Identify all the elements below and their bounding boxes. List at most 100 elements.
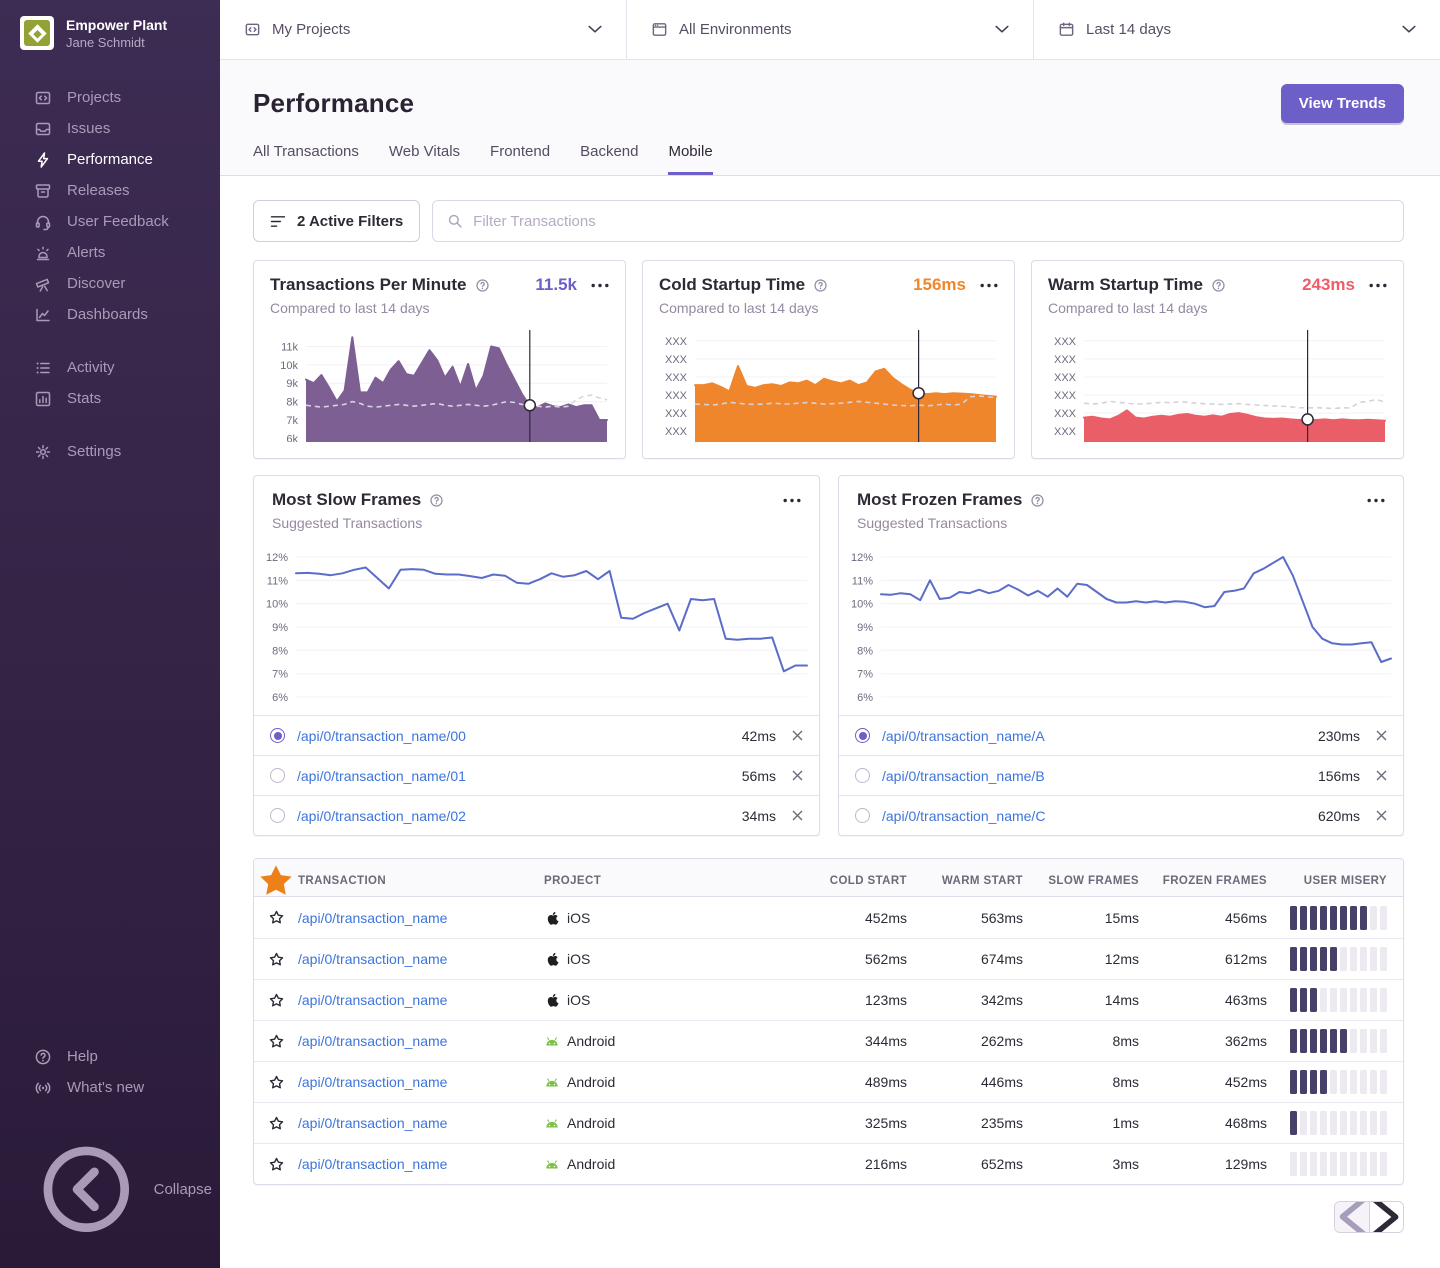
sidebar-item-releases[interactable]: Releases	[0, 175, 220, 206]
sidebar-item-what-s-new[interactable]: What's new	[0, 1072, 220, 1103]
help-icon[interactable]	[475, 278, 490, 293]
transaction-link[interactable]: /api/0/transaction_name	[298, 1156, 447, 1172]
next-page-button[interactable]	[1369, 1202, 1403, 1232]
misery-bar	[1290, 1029, 1297, 1053]
card-transactions-per-minute: Transactions Per Minute 11.5k Compared t…	[253, 260, 626, 459]
tab-all-transactions[interactable]: All Transactions	[253, 143, 359, 175]
tab-frontend[interactable]: Frontend	[490, 143, 550, 175]
column-header-cold-start[interactable]: COLD START	[791, 875, 907, 887]
slow-frames-value: 8ms	[1023, 1074, 1139, 1090]
search-input[interactable]	[473, 213, 1389, 230]
svg-text:10k: 10k	[280, 360, 298, 372]
sidebar-item-issues[interactable]: Issues	[0, 113, 220, 144]
transaction-link[interactable]: /api/0/transaction_name/01	[297, 768, 466, 784]
close-icon[interactable]	[1376, 770, 1387, 781]
star-icon[interactable]	[268, 1156, 285, 1173]
transaction-link[interactable]: /api/0/transaction_name/02	[297, 808, 466, 824]
project-label: Android	[567, 1115, 615, 1131]
close-icon[interactable]	[792, 770, 803, 781]
transaction-link[interactable]: /api/0/transaction_name	[298, 992, 447, 1008]
card-title: Transactions Per Minute	[270, 275, 467, 295]
radio-button[interactable]	[270, 808, 285, 823]
org-switcher[interactable]: Empower Plant Jane Schmidt	[0, 0, 220, 56]
tab-backend[interactable]: Backend	[580, 143, 638, 175]
transaction-link[interactable]: /api/0/transaction_name	[298, 1115, 447, 1131]
help-icon[interactable]	[1030, 493, 1045, 508]
more-options-icon[interactable]	[1369, 283, 1387, 288]
misery-bar	[1340, 1152, 1347, 1176]
column-header-slow-frames[interactable]: SLOW FRAMES	[1023, 875, 1139, 887]
star-icon[interactable]	[268, 1115, 285, 1132]
help-icon[interactable]	[429, 493, 444, 508]
more-options-icon[interactable]	[591, 283, 609, 288]
close-icon[interactable]	[792, 730, 803, 741]
table-body: /api/0/transaction_name iOS 452ms 563ms …	[254, 897, 1403, 1184]
prev-page-button[interactable]	[1335, 1202, 1369, 1232]
more-options-icon[interactable]	[783, 498, 801, 503]
environments-dropdown[interactable]: All Environments	[626, 0, 1033, 59]
help-icon[interactable]	[1211, 278, 1226, 293]
misery-bar	[1340, 906, 1347, 930]
sidebar-item-activity[interactable]: Activity	[0, 352, 220, 383]
misery-bar	[1380, 988, 1387, 1012]
sidebar-item-user-feedback[interactable]: User Feedback	[0, 206, 220, 237]
radio-button[interactable]	[270, 728, 285, 743]
column-header-user-misery[interactable]: USER MISERY	[1267, 875, 1403, 887]
card-warm-startup-time: Warm Startup Time 243ms Compared to last…	[1031, 260, 1404, 459]
card-subtitle: Compared to last 14 days	[1048, 300, 1387, 316]
transaction-link[interactable]: /api/0/transaction_name	[298, 1033, 447, 1049]
column-header-transaction[interactable]: TRANSACTION	[298, 875, 544, 887]
sidebar-item-help[interactable]: Help	[0, 1041, 220, 1072]
table-row: /api/0/transaction_name Android 344ms 26…	[254, 1020, 1403, 1061]
radio-button[interactable]	[855, 768, 870, 783]
misery-bar	[1360, 1070, 1367, 1094]
active-filters-button[interactable]: 2 Active Filters	[253, 200, 420, 242]
active-filters-label: 2 Active Filters	[297, 213, 403, 230]
sidebar-item-alerts[interactable]: Alerts	[0, 237, 220, 268]
sidebar-item-stats[interactable]: Stats	[0, 383, 220, 414]
more-options-icon[interactable]	[1367, 498, 1385, 503]
sidebar-item-collapse[interactable]: Collapse	[0, 1131, 220, 1248]
radio-button[interactable]	[855, 808, 870, 823]
star-icon[interactable]	[268, 1074, 285, 1091]
sidebar-item-settings[interactable]: Settings	[0, 436, 220, 467]
close-icon[interactable]	[1376, 730, 1387, 741]
star-icon[interactable]	[268, 909, 285, 926]
transaction-link[interactable]: /api/0/transaction_name/A	[882, 728, 1045, 744]
column-header-warm-start[interactable]: WARM START	[907, 875, 1023, 887]
misery-bar	[1290, 1152, 1297, 1176]
column-header-project[interactable]: PROJECT	[544, 875, 791, 887]
sidebar-item-performance[interactable]: Performance	[0, 144, 220, 175]
more-options-icon[interactable]	[980, 283, 998, 288]
transaction-link[interactable]: /api/0/transaction_name	[298, 910, 447, 926]
star-icon[interactable]	[268, 951, 285, 968]
svg-text:7k: 7k	[286, 415, 298, 427]
column-header-frozen-frames[interactable]: FROZEN FRAMES	[1139, 875, 1267, 887]
tab-web-vitals[interactable]: Web Vitals	[389, 143, 460, 175]
star-icon[interactable]	[268, 992, 285, 1009]
help-icon[interactable]	[813, 278, 828, 293]
transaction-link[interactable]: /api/0/transaction_name	[298, 1074, 447, 1090]
radio-button[interactable]	[270, 768, 285, 783]
daterange-dropdown[interactable]: Last 14 days	[1033, 0, 1440, 59]
transaction-link[interactable]: /api/0/transaction_name/C	[882, 808, 1045, 824]
frozen-frames-value: 129ms	[1139, 1156, 1267, 1172]
sidebar-item-projects[interactable]: Projects	[0, 82, 220, 113]
close-icon[interactable]	[1376, 810, 1387, 821]
warm-start-value: 262ms	[907, 1033, 1023, 1049]
close-icon[interactable]	[792, 810, 803, 821]
star-icon[interactable]	[268, 1033, 285, 1050]
projects-dropdown[interactable]: My Projects	[220, 0, 626, 59]
sidebar-item-dashboards[interactable]: Dashboards	[0, 299, 220, 330]
radio-button[interactable]	[855, 728, 870, 743]
svg-text:XXX: XXX	[1054, 390, 1077, 402]
transaction-link[interactable]: /api/0/transaction_name/00	[297, 728, 466, 744]
tab-mobile[interactable]: Mobile	[668, 143, 712, 175]
sidebar-item-discover[interactable]: Discover	[0, 268, 220, 299]
star-filled-icon[interactable]	[254, 859, 298, 903]
transaction-link[interactable]: /api/0/transaction_name/B	[882, 768, 1045, 784]
misery-bar	[1340, 1111, 1347, 1135]
view-trends-button[interactable]: View Trends	[1281, 84, 1404, 123]
cold-start-value: 344ms	[791, 1033, 907, 1049]
transaction-link[interactable]: /api/0/transaction_name	[298, 951, 447, 967]
